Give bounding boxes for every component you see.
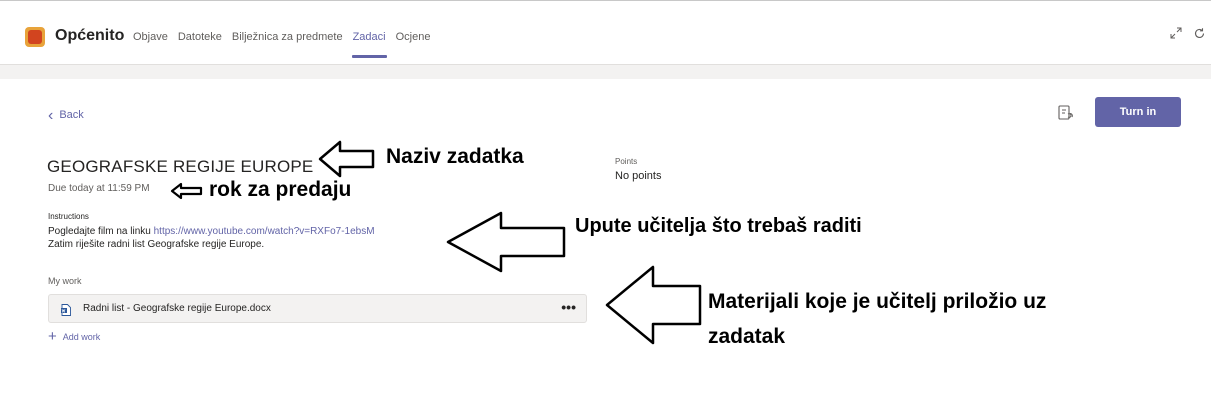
annotation-instructions: Upute učitelja što trebaš raditi <box>575 215 862 237</box>
channel-title: Općenito <box>55 27 125 44</box>
materials-arrow-icon <box>605 265 702 345</box>
team-icon <box>25 27 45 47</box>
annotation-title: Naziv zadatka <box>386 145 524 168</box>
instructions-text: Pogledajte film na linku <box>48 226 154 237</box>
word-document-icon <box>61 303 71 316</box>
due-date: Due today at 11:59 PM <box>48 183 150 194</box>
instructions-link[interactable]: https://www.youtube.com/watch?v=RXFo7-1e… <box>154 226 375 237</box>
channel-tabs: Objave Datoteke Bilježnica za predmete Z… <box>133 31 440 58</box>
add-work-label: Add work <box>62 332 101 342</box>
title-arrow-icon <box>318 140 375 178</box>
instructions-arrow-icon <box>446 211 566 273</box>
instructions-line-2: Zatim riješite radni list Geografske reg… <box>48 239 265 250</box>
refresh-icon[interactable] <box>1193 27 1206 43</box>
instructions-label: Instructions <box>48 212 89 221</box>
back-button[interactable]: ‹ Back <box>48 106 84 124</box>
points-value: No points <box>615 170 662 182</box>
annotation-materials-line-1: Materijali koje je učitelj priložio uz <box>708 290 1047 313</box>
instructions-line-1: Pogledajte film na linku https://www.you… <box>48 226 375 237</box>
tab-datoteke[interactable]: Datoteke <box>178 31 222 43</box>
immersive-reader-icon[interactable] <box>1057 104 1075 122</box>
chevron-left-icon: ‹ <box>48 106 54 124</box>
assignment-title: GEOGRAFSKE REGIJE EUROPE <box>47 157 314 176</box>
points-label: Points <box>615 157 638 166</box>
attached-file[interactable]: Radni list - Geografske regije Europe.do… <box>48 294 587 323</box>
annotation-materials-line-2: zadatak <box>708 325 786 348</box>
tab-objave[interactable]: Objave <box>133 31 168 43</box>
more-options-icon[interactable]: ••• <box>561 299 576 315</box>
content-background <box>0 65 1211 79</box>
my-work-label: My work <box>48 276 82 286</box>
tab-biljeznica[interactable]: Bilježnica za predmete <box>232 31 343 43</box>
tab-ocjene[interactable]: Ocjene <box>396 31 431 43</box>
file-name: Radni list - Geografske regije Europe.do… <box>83 303 271 314</box>
annotation-due: rok za predaju <box>209 178 352 201</box>
channel-header: Općenito Objave Datoteke Bilježnica za p… <box>0 1 1211 65</box>
due-arrow-icon <box>170 182 203 200</box>
back-label: Back <box>59 109 84 121</box>
expand-icon[interactable] <box>1170 27 1182 42</box>
add-work-button[interactable]: + Add work <box>48 328 101 345</box>
tab-zadaci[interactable]: Zadaci <box>351 31 387 58</box>
plus-icon: + <box>48 328 57 345</box>
turn-in-button[interactable]: Turn in <box>1095 97 1181 127</box>
